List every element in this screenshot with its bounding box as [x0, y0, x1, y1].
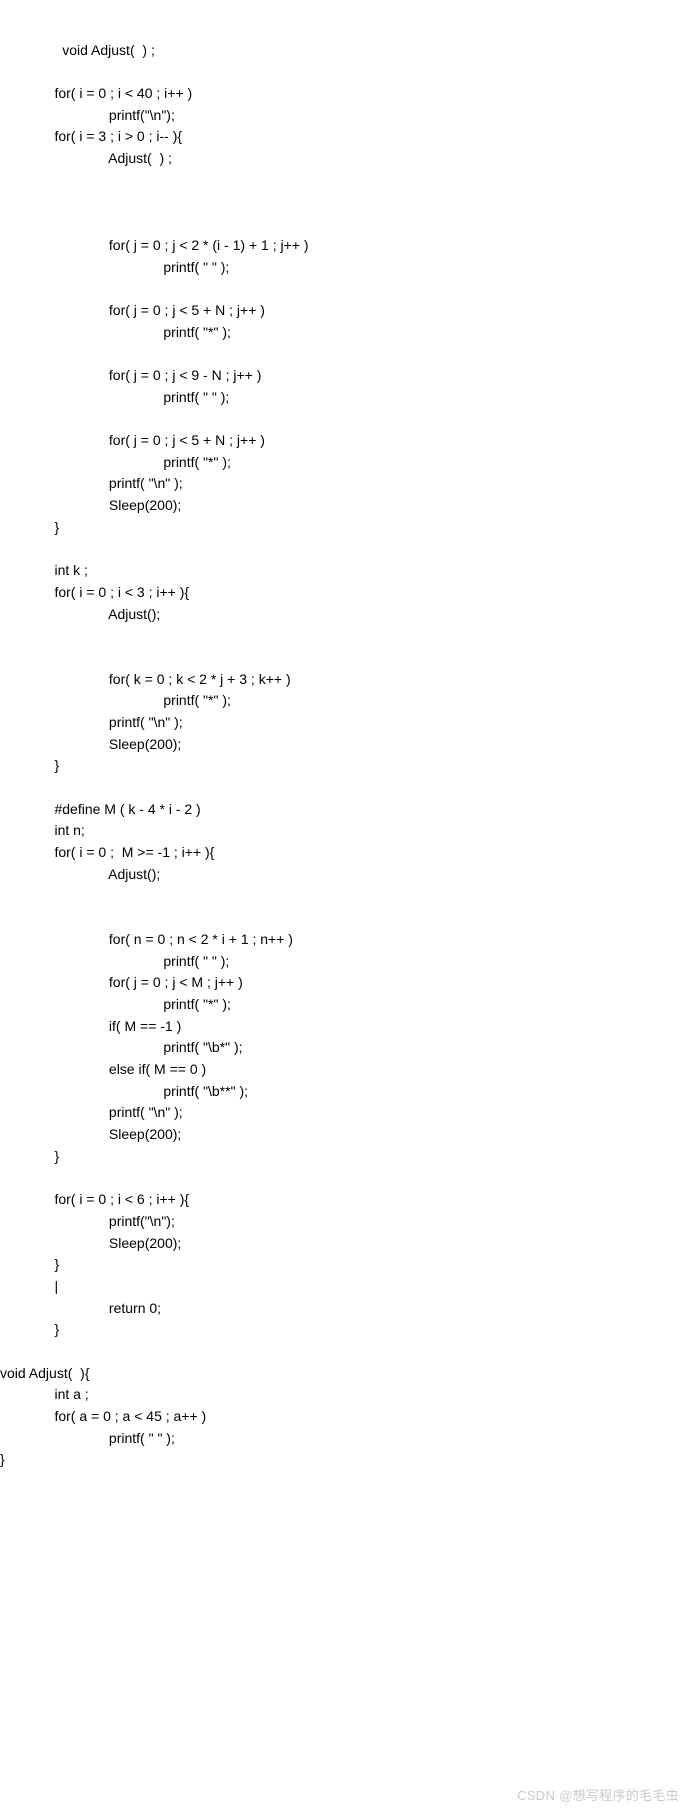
- watermark-text: CSDN @想写程序的毛毛虫: [517, 1788, 679, 1803]
- code-text: void Adjust( ) ; for( i = 0 ; i < 40 ; i…: [0, 42, 309, 1468]
- code-block: void Adjust( ) ; for( i = 0 ; i < 40 ; i…: [0, 0, 689, 1471]
- watermark: CSDN @想写程序的毛毛虫: [517, 1786, 679, 1806]
